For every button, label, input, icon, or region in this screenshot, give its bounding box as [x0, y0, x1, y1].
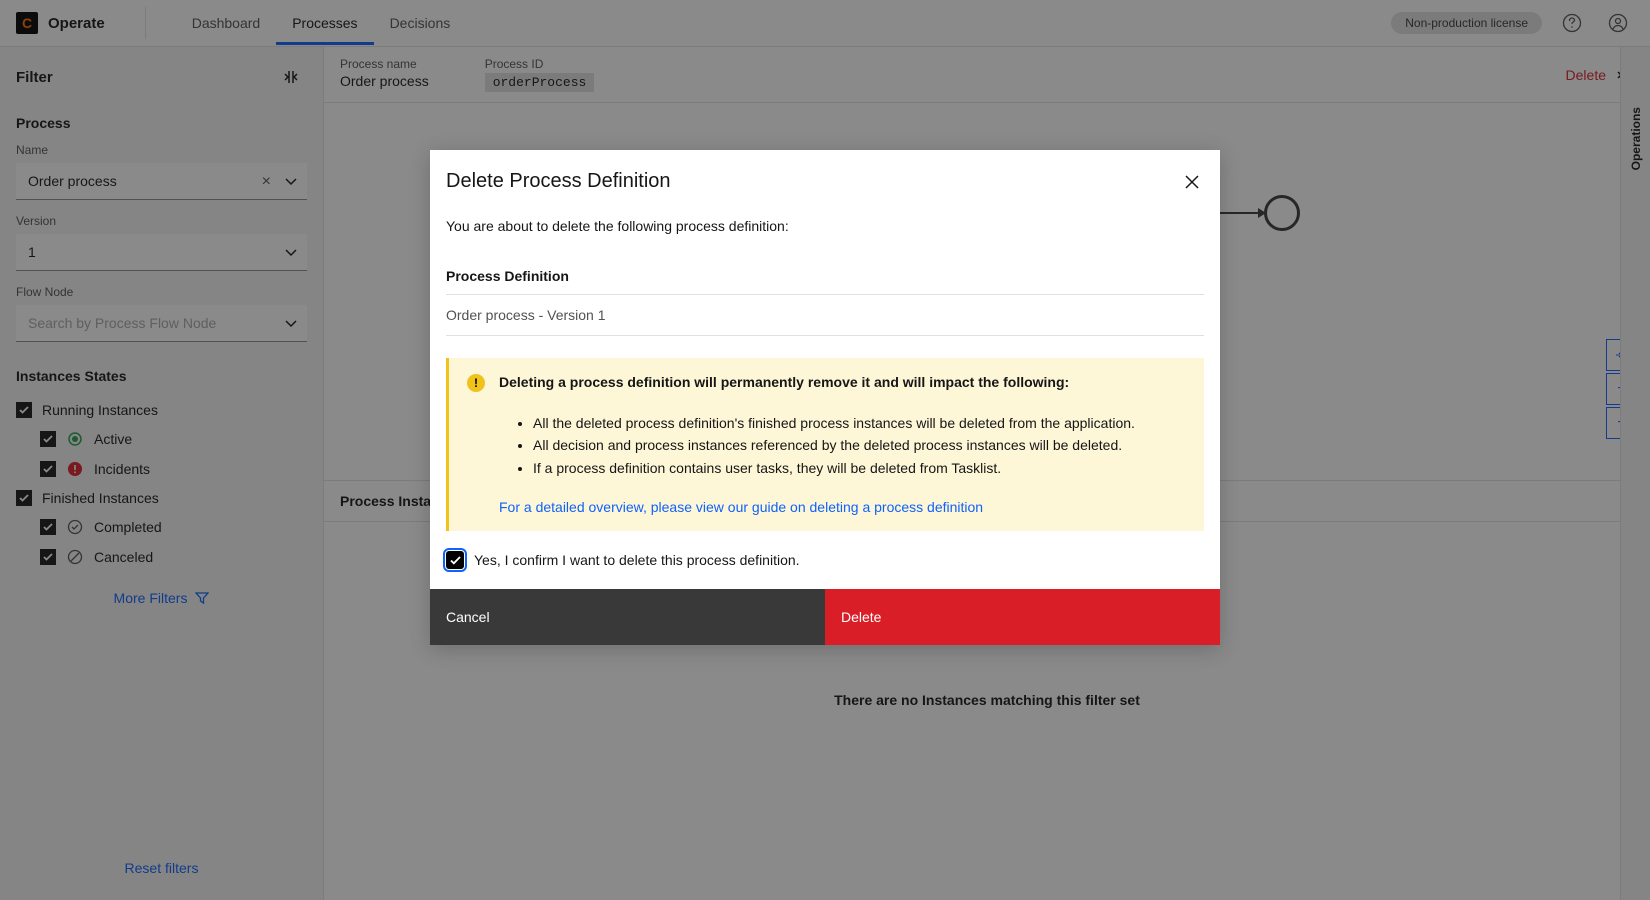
confirm-row[interactable]: Yes, I confirm I want to delete this pro… [446, 551, 1204, 569]
warning-list: All the deleted process definition's fin… [467, 412, 1188, 479]
modal-footer: Cancel Delete [430, 589, 1220, 645]
cancel-button[interactable]: Cancel [430, 589, 825, 645]
warning-icon: ! [467, 374, 485, 392]
definition-value: Order process - Version 1 [446, 295, 1204, 336]
close-icon[interactable] [1180, 170, 1204, 194]
definition-label: Process Definition [446, 268, 1204, 295]
modal-header: Delete Process Definition [430, 150, 1220, 194]
modal-body: You are about to delete the following pr… [430, 194, 1220, 589]
warning-item: All the deleted process definition's fin… [533, 412, 1188, 434]
delete-button[interactable]: Delete [825, 589, 1220, 645]
modal-title: Delete Process Definition [446, 170, 671, 193]
warning-box: ! Deleting a process definition will per… [446, 358, 1204, 531]
confirm-text: Yes, I confirm I want to delete this pro… [474, 552, 800, 568]
warning-title: Deleting a process definition will perma… [499, 374, 1069, 390]
modal-intro: You are about to delete the following pr… [446, 218, 1204, 234]
modal-overlay[interactable]: Delete Process Definition You are about … [0, 0, 1650, 900]
warning-item: All decision and process instances refer… [533, 434, 1188, 456]
confirm-checkbox[interactable] [446, 551, 464, 569]
warning-heading: ! Deleting a process definition will per… [467, 374, 1188, 392]
warning-guide-link[interactable]: For a detailed overview, please view our… [499, 499, 1188, 515]
warning-item: If a process definition contains user ta… [533, 457, 1188, 479]
delete-modal: Delete Process Definition You are about … [430, 150, 1220, 645]
